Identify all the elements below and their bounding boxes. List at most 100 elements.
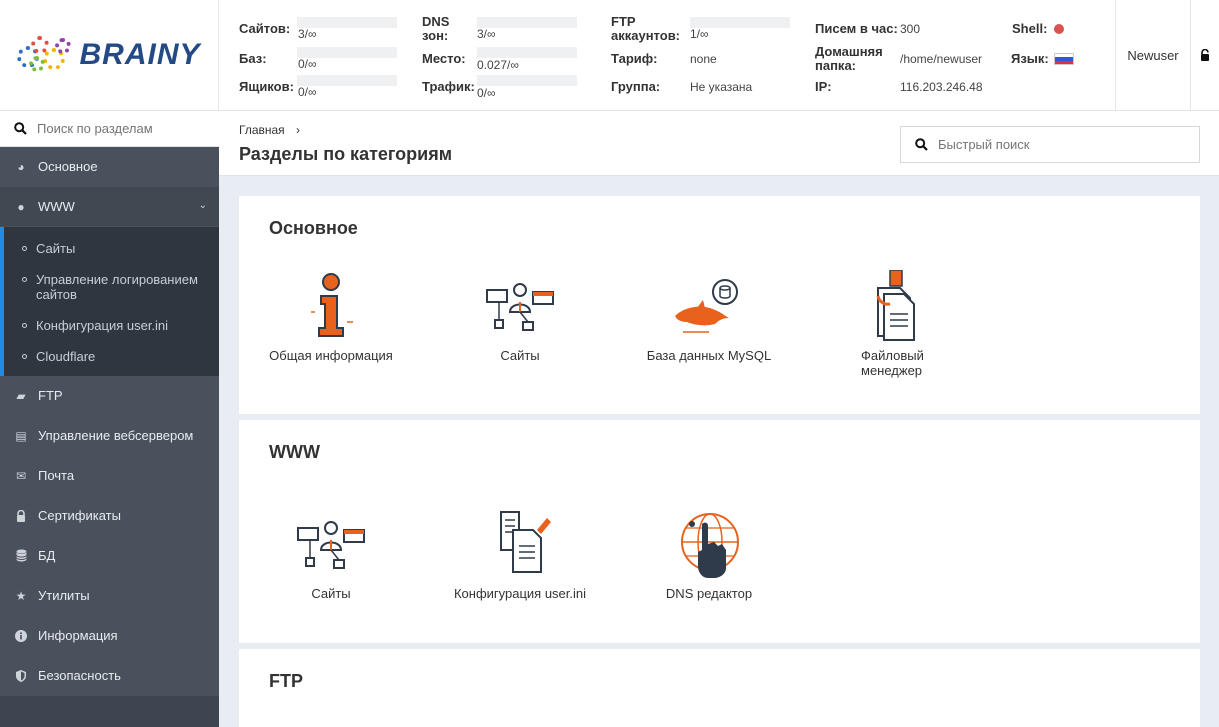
traffic-value: 0/∞	[477, 86, 496, 100]
quick-search-input[interactable]	[938, 137, 1188, 152]
sidebar-item-webserver[interactable]: ▤ Управление вебсервером	[0, 416, 219, 456]
sidebar-item-label: Информация	[38, 628, 118, 643]
sidebar-search-input[interactable]	[37, 121, 207, 136]
group-label: Группа:	[611, 79, 661, 94]
tile-label: Сайты	[500, 348, 540, 363]
submenu-item-label: Cloudflare	[36, 349, 96, 364]
dns-label: DNS зон:	[422, 14, 450, 43]
bullet-icon	[22, 246, 27, 251]
envelope-icon: ✉	[15, 468, 27, 483]
sidebar-item-db[interactable]: БД	[0, 536, 219, 576]
submenu-item-label: Управление логированием сайтов	[36, 272, 198, 302]
traffic-label: Трафик:	[422, 79, 475, 94]
page-title: Разделы по категориям	[239, 144, 453, 164]
ip-value: 116.203.246.48	[900, 80, 983, 94]
quick-search[interactable]	[900, 126, 1200, 163]
sidebar-item-label: БД	[38, 548, 56, 563]
dns-globe-touch-icon	[681, 513, 739, 578]
sites-illustration-icon	[486, 283, 554, 331]
tile-sites[interactable]: Сайты	[430, 272, 610, 363]
mysql-dolphin-icon	[675, 279, 738, 333]
tile-file-manager[interactable]: Файловый менеджер	[806, 270, 986, 378]
submenu-item-cloudflare[interactable]: Cloudflare	[4, 349, 219, 364]
server-icon: ▤	[15, 428, 27, 443]
info-illustration-icon	[311, 273, 353, 337]
star-icon: ★	[15, 588, 27, 603]
file-manager-icon	[876, 270, 915, 341]
tile-dns-editor[interactable]: DNS редактор	[619, 510, 799, 601]
home-value: /home/newuser	[900, 52, 983, 66]
sidebar-item-www[interactable]: ● WWW ⌄	[0, 187, 219, 227]
username: Newuser	[1127, 47, 1179, 63]
search-icon	[14, 122, 27, 135]
mailboxes-label: Ящиков:	[239, 79, 294, 94]
section-title: Основное	[269, 218, 358, 238]
tile-label: Конфигурация user.ini	[453, 586, 587, 601]
folder-icon: ▰	[16, 388, 26, 403]
logo-text: BRAINY	[79, 38, 201, 71]
lock-icon	[14, 509, 28, 522]
space-label: Место:	[422, 51, 466, 66]
home-label: Домашняя папка:	[815, 44, 883, 73]
sidebar-item-label: Основное	[38, 159, 98, 174]
bullet-icon	[22, 323, 27, 328]
sidebar-item-label: WWW	[38, 199, 75, 214]
bullet-icon	[22, 277, 27, 282]
sidebar-item-mail[interactable]: ✉ Почта	[0, 456, 219, 496]
globe-icon: ●	[17, 199, 25, 214]
tariff-label: Тариф:	[611, 51, 658, 66]
sidebar-item-label: Утилиты	[38, 588, 90, 603]
tile-label: Общая информация	[269, 348, 393, 363]
group-value: Не указана	[690, 80, 753, 94]
sidebar-search[interactable]	[0, 111, 219, 147]
sites-illustration-icon	[297, 521, 365, 569]
config-file-icon	[500, 511, 551, 573]
shield-icon	[14, 669, 28, 682]
sidebar-item-label: Безопасность	[38, 668, 121, 683]
sidebar-item-info[interactable]: Информация	[0, 616, 219, 656]
tile-www-sites[interactable]: Сайты	[241, 510, 421, 601]
sidebar-item-label: FTP	[38, 388, 63, 403]
www-submenu: Сайты Управление логированием сайтов Кон…	[0, 227, 219, 376]
sidebar-item-utilities[interactable]: ★ Утилиты	[0, 576, 219, 616]
tile-mysql[interactable]: База данных MySQL	[619, 272, 799, 363]
submenu-item-logging[interactable]: Управление логированием сайтов	[4, 272, 219, 302]
tile-general-info[interactable]: Общая информация	[241, 272, 421, 363]
sidebar-item-ftp[interactable]: ▰ FTP	[0, 376, 219, 416]
language-label: Язык:	[1011, 51, 1049, 66]
sidebar-item-label: Сертификаты	[38, 508, 121, 523]
tile-user-ini[interactable]: Конфигурация user.ini	[430, 510, 610, 601]
sites-label: Сайтов:	[239, 21, 291, 36]
sidebar-item-security[interactable]: Безопасность	[0, 656, 219, 696]
dns-value: 3/∞	[477, 27, 496, 41]
mail-hour-value: 300	[900, 22, 921, 36]
info-icon	[14, 629, 28, 642]
tile-label: База данных MySQL	[646, 348, 772, 363]
brand-logo[interactable]: BRAINY	[0, 0, 219, 110]
gears-icon	[17, 34, 75, 76]
lock-icon	[1201, 49, 1209, 61]
submenu-item-sites[interactable]: Сайты	[4, 241, 219, 256]
dashboard-icon: ◕	[17, 159, 25, 174]
sidebar-item-label: Почта	[38, 468, 75, 483]
logout-button[interactable]	[1190, 0, 1219, 110]
ftp-value: 1/∞	[690, 27, 709, 41]
mailboxes-value: 0/∞	[298, 85, 317, 99]
bullet-icon	[22, 354, 27, 359]
traffic-bar	[477, 75, 577, 86]
section-card-www: WWW Сайты Конфигурация user.ini DNS реда…	[239, 420, 1200, 643]
russian-flag-icon[interactable]	[1054, 53, 1074, 65]
search-icon	[915, 138, 928, 151]
sidebar: ◕ Основное ● WWW ⌄ Сайты Управление логи…	[0, 111, 219, 727]
shell-status-dot	[1054, 24, 1064, 34]
database-icon	[14, 549, 28, 562]
section-title: WWW	[269, 442, 320, 462]
tile-label: DNS редактор	[665, 586, 753, 601]
user-menu[interactable]: Newuser	[1115, 0, 1190, 110]
tile-label: Файловый менеджер	[861, 348, 924, 378]
breadcrumb-home[interactable]: Главная	[239, 123, 285, 137]
sidebar-item-certificates[interactable]: Сертификаты	[0, 496, 219, 536]
sidebar-item-main[interactable]: ◕ Основное	[0, 147, 219, 187]
ip-label: IP:	[815, 79, 832, 94]
submenu-item-userini[interactable]: Конфигурация user.ini	[4, 318, 219, 333]
